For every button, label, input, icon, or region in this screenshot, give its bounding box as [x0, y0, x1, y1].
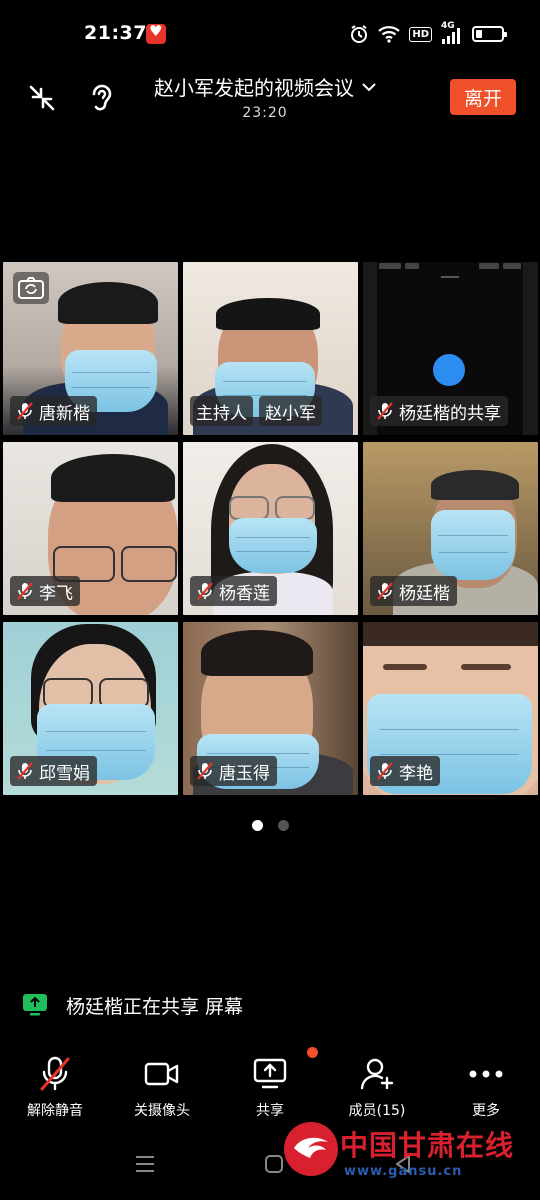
mic-muted-icon: [377, 762, 393, 780]
mic-muted-icon: [377, 582, 393, 600]
screen-share-icon: [23, 994, 47, 1016]
battery-icon: [472, 26, 507, 42]
camera-off-label: 关摄像头: [134, 1103, 190, 1119]
page-dot-2[interactable]: [277, 820, 289, 831]
participant-name: 李飞: [39, 583, 73, 604]
mic-muted-icon: [377, 402, 393, 420]
video-tile[interactable]: 唐玉得: [183, 622, 358, 795]
alarm-icon: [351, 25, 368, 43]
app-notification-icon: [146, 22, 166, 44]
minimize-icon: [29, 85, 55, 111]
camera-off-button[interactable]: 关摄像头: [112, 1052, 212, 1120]
share-notice-text: 杨廷楷正在共享 屏幕: [66, 995, 244, 1018]
status-icons: HD 4G: [349, 21, 507, 45]
status-bar: 21:37 HD 4G: [0, 0, 540, 70]
participant-label: 李飞: [10, 576, 80, 606]
add-member-icon: [360, 1058, 394, 1090]
share-button[interactable]: 共享: [220, 1052, 320, 1120]
video-tile[interactable]: 唐新楷: [3, 262, 178, 435]
participant-name: 唐新楷: [39, 403, 90, 424]
system-nav-bar: [0, 1145, 540, 1189]
mic-muted-icon: [197, 762, 213, 780]
unmute-button[interactable]: 解除静音: [5, 1052, 105, 1120]
participant-label: 邱雪娟: [10, 756, 97, 786]
signal-icon: 4G: [441, 21, 463, 44]
participant-name: 李艳: [399, 763, 433, 784]
home-icon[interactable]: [263, 1153, 285, 1175]
switch-camera-button[interactable]: [13, 272, 49, 304]
participant-name: 赵小军: [259, 396, 322, 426]
meeting-header: 赵小军发起的视频会议 23:20 离开: [0, 70, 540, 130]
members-label: 成员(15): [348, 1103, 406, 1119]
host-label-group: 主持人 赵小军: [190, 396, 322, 426]
recents-icon[interactable]: [134, 1153, 156, 1175]
more-icon: [469, 1070, 503, 1078]
mic-muted-icon: [17, 402, 33, 420]
mic-muted-icon: [197, 582, 213, 600]
ear-icon: [92, 84, 112, 111]
meeting-title: 赵小军发起的视频会议: [154, 76, 354, 100]
participant-label: 杨廷楷的共享: [370, 396, 508, 426]
participant-name: 唐玉得: [219, 763, 270, 784]
share-screen-icon: [253, 1058, 287, 1089]
meeting-toolbar: 解除静音 关摄像头 共享 成员(15) 更多: [0, 1052, 540, 1132]
video-tile[interactable]: 李飞: [3, 442, 178, 615]
participant-label: 杨廷楷: [370, 576, 457, 606]
screen-share-tile[interactable]: 杨廷楷的共享: [363, 262, 538, 435]
members-button[interactable]: 成员(15): [327, 1052, 427, 1120]
participant-label: 杨香莲: [190, 576, 277, 606]
video-tile[interactable]: 李艳: [363, 622, 538, 795]
unmute-label: 解除静音: [27, 1103, 83, 1119]
leave-button[interactable]: 离开: [450, 79, 516, 115]
mic-muted-icon: [40, 1056, 70, 1091]
mic-muted-icon: [17, 762, 33, 780]
status-time: 21:37: [84, 22, 147, 44]
wifi-icon: [378, 26, 401, 43]
participant-name: 杨香莲: [219, 583, 270, 604]
hd-badge: HD: [409, 26, 432, 42]
participant-name: 杨廷楷的共享: [399, 403, 501, 424]
video-tile[interactable]: 杨香莲: [183, 442, 358, 615]
video-tile[interactable]: 主持人 赵小军: [183, 262, 358, 435]
participant-label: 唐玉得: [190, 756, 277, 786]
share-preview-button-icon: [433, 354, 465, 386]
more-label: 更多: [472, 1103, 500, 1119]
participant-name: 杨廷楷: [399, 583, 450, 604]
share-label: 共享: [256, 1103, 284, 1119]
video-tile[interactable]: 杨廷楷: [363, 442, 538, 615]
chevron-down-icon: [362, 83, 376, 92]
participant-name: 邱雪娟: [39, 763, 90, 784]
back-icon[interactable]: [392, 1153, 414, 1175]
participant-label: 唐新楷: [10, 396, 97, 426]
page-dot-1[interactable]: [251, 820, 263, 831]
meeting-timer: 23:20: [242, 105, 288, 121]
video-tile[interactable]: 邱雪娟: [3, 622, 178, 795]
camera-switch-icon: [18, 277, 44, 299]
speaker-toggle-button[interactable]: [82, 78, 122, 118]
host-badge: 主持人: [190, 396, 253, 426]
share-notice[interactable]: 杨廷楷正在共享 屏幕: [22, 990, 243, 1020]
mic-muted-icon: [17, 582, 33, 600]
video-grid: 唐新楷 主持人 赵小军 杨廷楷的共享 李飞 杨香莲 杨廷楷 邱雪娟 唐玉得 李艳: [3, 262, 538, 796]
video-camera-icon: [144, 1062, 179, 1086]
meeting-title-dropdown[interactable]: 赵小军发起的视频会议 23:20: [130, 72, 400, 121]
more-button[interactable]: 更多: [436, 1052, 536, 1120]
page-indicator: [0, 820, 540, 831]
participant-label: 李艳: [370, 756, 440, 786]
minimize-button[interactable]: [22, 78, 62, 118]
